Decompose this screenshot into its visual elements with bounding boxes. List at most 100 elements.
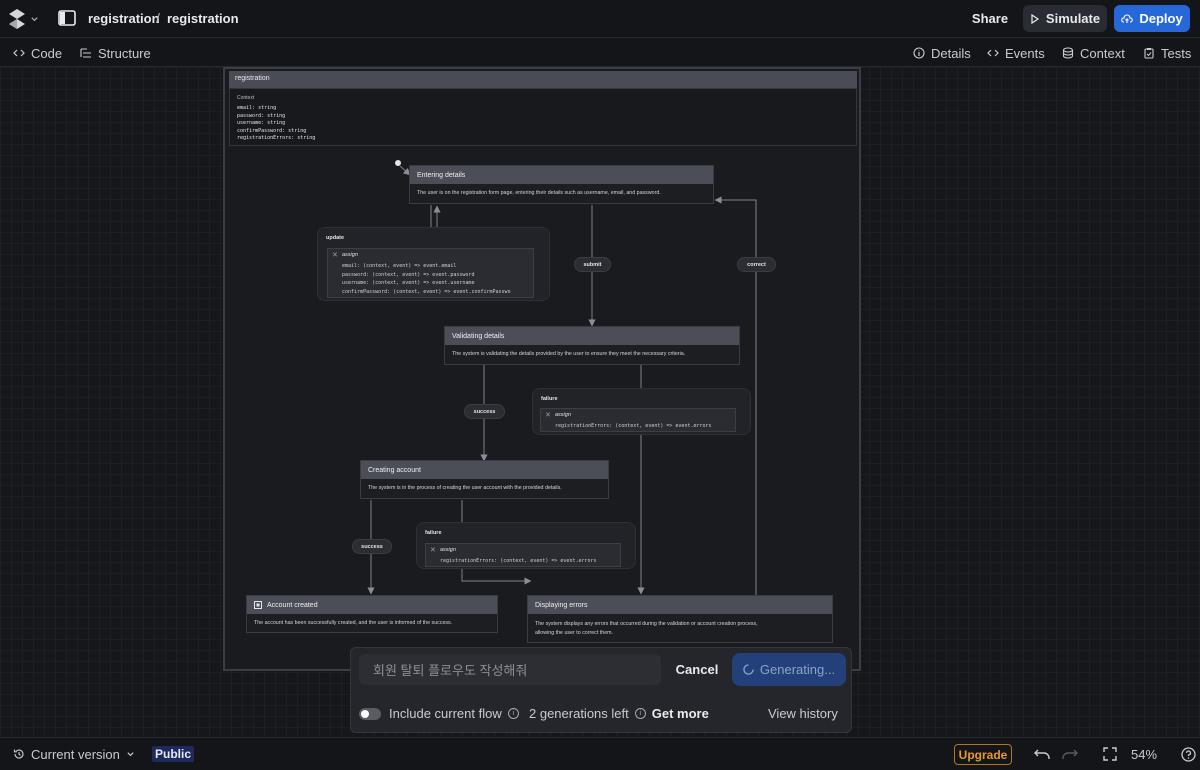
panel-tabs-bar: Code Structure Details Events Context Te… [0,39,1200,67]
generating-button[interactable]: Generating... [732,653,846,686]
deploy-label: Deploy [1139,11,1183,26]
breadcrumb-separator: / [156,10,160,26]
machine-title: registration [229,71,857,88]
transition-failure[interactable]: failure ✕ assign registrationErrors: (co… [532,388,751,435]
view-history-link[interactable]: View history [768,706,838,721]
state-title: Entering details [410,166,713,184]
tab-code[interactable]: Code [13,39,62,67]
state-description: The user is on the registration form pag… [417,190,661,196]
share-button[interactable]: Share [966,5,1014,32]
help-button[interactable] [1181,738,1196,770]
event-submit[interactable]: submit [574,257,611,272]
code-icon [987,49,999,57]
event-label: failure [425,530,442,536]
version-selector[interactable]: Current version [13,738,135,770]
assign-x-icon: ✕ [332,252,338,259]
context-label: Context [237,95,255,101]
app-logo-menu[interactable] [8,8,40,30]
visibility-badge[interactable]: Public [152,746,195,762]
event-correct[interactable]: correct [737,257,776,272]
state-creating-account[interactable]: Creating account The system is in the pr… [360,460,609,499]
tab-events[interactable]: Events [987,39,1045,67]
state-entering-details[interactable]: Entering details The user is on the regi… [409,165,714,204]
statechart-canvas[interactable]: registration Context email: string passw… [0,67,1200,737]
context-line: confirmPassword: string [237,127,307,134]
assign-code: registrationErrors: (context, event) => … [440,558,597,564]
chevron-down-icon [31,16,38,21]
tab-code-label: Code [31,45,63,61]
tab-details[interactable]: Details [913,39,971,67]
event-success[interactable]: success [352,539,392,554]
state-title: Validating details [445,327,739,345]
assign-action: ✕ assign registrationErrors: (context, e… [540,408,736,432]
event-label: update [326,235,345,241]
simulate-label: Simulate [1045,11,1101,26]
machine-root-state[interactable]: registration Context email: string passw… [223,67,861,671]
event-success[interactable]: success [464,404,505,419]
top-bar: registration / registration Share Simula… [0,0,1200,38]
tab-tests-label: Tests [1161,45,1192,61]
include-flow-label: Include current flow [389,706,502,721]
tab-context-label: Context [1080,45,1125,61]
state-title: Account created [267,601,318,609]
state-description: The account has been successfully create… [254,620,453,626]
deploy-button[interactable]: Deploy [1114,5,1190,32]
undo-icon [1034,749,1050,759]
redo-button[interactable] [1061,738,1079,770]
assign-x-icon: ✕ [430,547,436,554]
breadcrumb-machine[interactable]: registration [167,11,239,26]
context-line: email: string [237,105,277,111]
fit-view-button[interactable] [1103,738,1117,770]
assign-action: ✕ assign registrationErrors: (context, e… [425,543,621,567]
code-icon [13,49,25,57]
assign-action: ✕ assign email: (context, event) => even… [327,248,534,298]
sidebar-toggle-icon[interactable] [58,10,76,26]
tab-context[interactable]: Context [1062,39,1125,67]
tab-structure[interactable]: Structure [80,39,151,67]
generating-label: Generating... [759,662,836,677]
state-title: Creating account [361,461,608,479]
cancel-label: Cancel [675,662,719,677]
breadcrumb-project[interactable]: registration [88,11,160,26]
cancel-button[interactable]: Cancel [669,654,725,685]
clipboard-check-icon [1144,48,1154,59]
history-icon [13,749,24,759]
prompt-input[interactable] [359,654,661,685]
state-description: The system is validating the details pro… [452,351,686,357]
help-circle-icon [1181,746,1196,762]
ai-generate-panel: Cancel Generating... Include current flo… [350,647,852,733]
state-title: Displaying errors [528,596,832,614]
info-icon[interactable]: i [507,708,519,719]
zoom-level[interactable]: 54% [1131,738,1157,770]
state-account-created[interactable]: Account created The account has been suc… [246,595,498,633]
state-displaying-errors[interactable]: Displaying errors The system displays an… [527,595,833,643]
share-label: Share [971,11,1009,26]
transition-update[interactable]: update ✕ assign email: (context, event) … [317,227,550,301]
undo-button[interactable] [1033,738,1051,770]
spinner-icon [743,664,754,675]
get-more-link[interactable]: Get more [652,706,709,721]
context-line: registrationErrors: string [237,135,316,142]
state-description: The system displays any errors that occu… [528,614,832,643]
info-icon[interactable]: i [634,708,646,719]
transition-failure[interactable]: failure ✕ assign registrationErrors: (co… [416,522,636,569]
context-line: username: string [237,120,286,127]
bottom-bar: Current version Public Upgrade 54% [0,737,1200,769]
assign-label: assign [342,252,358,258]
include-flow-toggle[interactable] [359,707,381,720]
upgrade-button[interactable]: Upgrade [954,744,1012,765]
cloud-upload-icon [1121,14,1134,23]
assign-label: assign [440,547,456,553]
assign-x-icon: ✕ [545,412,551,419]
chevron-down-icon [127,751,134,756]
state-validating-details[interactable]: Validating details The system is validat… [444,326,740,365]
event-label: failure [541,396,558,402]
tab-tests[interactable]: Tests [1143,39,1191,67]
statecharts-logo-icon [9,9,25,29]
list-tree-icon [80,48,91,58]
final-state-icon [254,601,262,609]
simulate-button[interactable]: Simulate [1023,5,1107,32]
state-description-line: allowing the user to correct them. [535,629,614,636]
tab-details-label: Details [931,45,971,61]
assign-label: assign [555,412,571,418]
